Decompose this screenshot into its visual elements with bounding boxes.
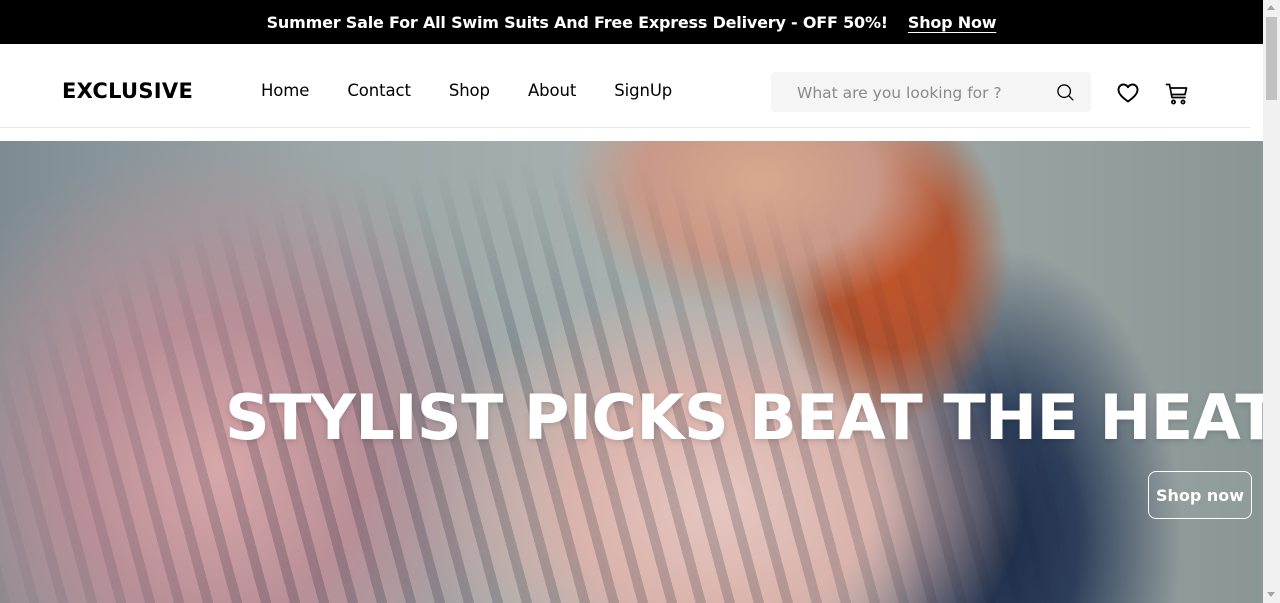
hero-title: STYLIST PICKS BEAT THE HEAT [225,381,1263,454]
promo-shop-now-link[interactable]: Shop Now [908,13,997,32]
hero-image [0,141,1263,603]
search-input[interactable] [795,72,1049,114]
page-scrollbar[interactable] [1263,0,1280,603]
nav-home[interactable]: Home [261,81,309,100]
scroll-down-arrow-icon[interactable] [1267,592,1275,597]
hero-shop-now-button[interactable]: Shop now [1148,471,1252,519]
main-nav: Home Contact Shop About SignUp [261,81,710,100]
header-divider [0,127,1251,128]
page: Summer Sale For All Swim Suits And Free … [0,0,1280,603]
scroll-up-arrow-icon[interactable] [1267,5,1275,10]
cart-icon[interactable] [1164,81,1190,107]
promo-text: Summer Sale For All Swim Suits And Free … [266,12,888,32]
nav-contact[interactable]: Contact [347,81,411,100]
hero-banner: STYLIST PICKS BEAT THE HEAT Shop now [0,141,1263,603]
search-box [771,72,1091,114]
scrollbar-thumb[interactable] [1266,17,1277,100]
site-header: EXCLUSIVE Home Contact Shop About SignUp [0,44,1263,128]
search-icon[interactable] [1055,82,1075,102]
nav-about[interactable]: About [528,81,576,100]
nav-shop[interactable]: Shop [449,81,490,100]
nav-signup[interactable]: SignUp [614,81,672,100]
heart-icon[interactable] [1116,81,1140,105]
promo-bar: Summer Sale For All Swim Suits And Free … [0,0,1263,44]
logo[interactable]: EXCLUSIVE [62,79,193,103]
